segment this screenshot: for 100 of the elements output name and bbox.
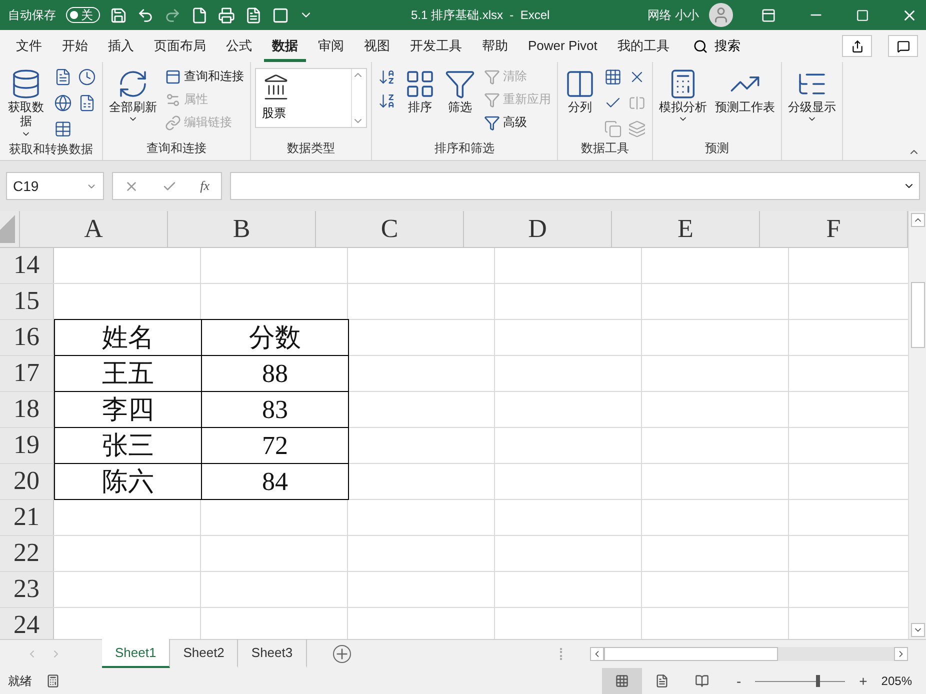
ribbon-tab[interactable]: 页面布局 — [146, 30, 214, 62]
group-label: 排序和筛选 — [434, 140, 496, 157]
row-header[interactable]: 23 — [0, 572, 54, 607]
user-name: 网络 小小 — [648, 6, 700, 24]
undo-icon[interactable] — [137, 6, 154, 24]
row-header[interactable]: 14 — [0, 248, 54, 283]
comment-icon[interactable] — [888, 35, 918, 57]
row-header[interactable]: 21 — [0, 500, 54, 535]
clock-icon[interactable] — [76, 66, 98, 88]
group-label: 数据工具 — [580, 140, 630, 157]
ribbon-display-icon[interactable] — [761, 8, 776, 22]
column-header[interactable]: C — [316, 211, 464, 247]
row-header[interactable]: 16 — [0, 320, 54, 355]
ribbon-button[interactable]: 获取数据 — [4, 66, 48, 141]
name-box[interactable]: C19 — [6, 172, 104, 200]
row-header[interactable]: 19 — [0, 428, 54, 463]
ribbon-button[interactable]: 查询和连接 — [163, 66, 246, 87]
ribbon-tab[interactable]: 审阅 — [310, 30, 352, 62]
table-cell: 72 — [201, 428, 349, 464]
table-cell: 王五 — [54, 356, 202, 392]
zoom-in-button[interactable]: + — [859, 673, 868, 689]
ribbon-tab[interactable]: 开始 — [54, 30, 96, 62]
ribbon-button[interactable]: 高级 — [482, 112, 553, 133]
share-icon[interactable] — [842, 35, 872, 57]
ribbon-button[interactable]: 全部刷新 — [107, 66, 159, 126]
refresh-icon — [117, 68, 149, 100]
table-cell: 84 — [201, 464, 349, 500]
ribbon-tab[interactable]: 文件 — [8, 30, 50, 62]
group-label: 查询和连接 — [146, 140, 208, 157]
status-text: 就绪 — [8, 672, 32, 690]
normal-view-icon[interactable] — [602, 668, 642, 694]
funnel-icon — [484, 68, 500, 84]
ribbon-tab[interactable]: Power Pivot — [520, 32, 606, 60]
funnel-icon — [484, 114, 500, 130]
insert-function-button[interactable]: fx — [200, 178, 210, 194]
scroll-down-icon[interactable] — [910, 623, 924, 637]
maximize-icon[interactable] — [856, 8, 870, 22]
ribbon-tab[interactable]: 视图 — [356, 30, 398, 62]
ribbon-tab[interactable]: 我的工具 — [609, 30, 678, 62]
formula-field[interactable] — [230, 172, 920, 200]
scroll-right-icon[interactable] — [894, 647, 908, 661]
table-cell: 张三 — [54, 428, 202, 464]
ribbon-tab[interactable]: 帮助 — [474, 30, 516, 62]
column-header[interactable]: B — [168, 211, 316, 247]
grid-icon — [404, 68, 436, 100]
column-header[interactable]: E — [612, 211, 760, 247]
ribbon-tab[interactable]: 公式 — [218, 30, 260, 62]
table-cell: 88 — [201, 356, 349, 392]
group-label: 获取和转换数据 — [8, 140, 94, 158]
group-label: 数据类型 — [286, 140, 336, 157]
sheet-tab[interactable]: Sheet1 — [102, 639, 170, 668]
ribbon-tab[interactable]: 插入 — [100, 30, 142, 62]
ribbon-button[interactable]: 排序 — [402, 66, 438, 116]
ribbon-button[interactable]: 模拟分析 — [657, 66, 709, 126]
table-cell: 姓名 — [54, 319, 202, 356]
ribbon-button[interactable]: 筛选 — [442, 66, 478, 116]
database-icon — [10, 68, 42, 100]
scrollbar-thumb[interactable] — [604, 647, 778, 661]
row-header[interactable]: 22 — [0, 536, 54, 571]
save-icon[interactable] — [110, 6, 127, 24]
link-icon — [165, 114, 181, 130]
bank-icon — [262, 73, 290, 101]
frame-icon[interactable] — [272, 6, 289, 24]
ribbon-tab[interactable]: 数据 — [264, 30, 306, 62]
row-header[interactable]: 17 — [0, 356, 54, 391]
row-header[interactable]: 18 — [0, 392, 54, 427]
row-header[interactable]: 24 — [0, 608, 54, 639]
autosave-label: 自动保存 — [8, 6, 56, 24]
funnel-icon — [484, 92, 500, 108]
scroll-up-icon[interactable] — [910, 213, 924, 227]
search-button[interactable]: 搜索 — [687, 36, 746, 56]
avatar-icon[interactable] — [709, 3, 734, 27]
document-icon[interactable] — [245, 6, 262, 24]
zoom-thumb[interactable] — [816, 675, 820, 687]
column-header[interactable]: A — [20, 211, 168, 247]
printer-icon[interactable] — [218, 6, 235, 24]
scroll-left-icon[interactable] — [590, 647, 604, 661]
ribbon-button[interactable]: 分级显示 — [786, 66, 838, 126]
window-title: 5.1 排序基础.xlsx - Excel — [410, 6, 550, 24]
funnel-icon — [444, 68, 476, 100]
group-label: 预测 — [704, 140, 730, 157]
row-header[interactable]: 20 — [0, 464, 54, 499]
row-header[interactable]: 15 — [0, 284, 54, 319]
new-file-icon[interactable] — [191, 6, 208, 24]
scrollbar-thumb[interactable] — [910, 282, 924, 348]
gallery-item[interactable]: 股票 — [256, 69, 351, 127]
table-cell: 李四 — [54, 392, 202, 428]
autosave-toggle[interactable]: 关 — [66, 7, 100, 23]
panel-icon — [165, 68, 181, 84]
column-header[interactable]: D — [464, 211, 612, 247]
ribbon-button[interactable]: 预测工作表 — [713, 66, 777, 116]
table-cell: 分数 — [201, 319, 349, 356]
zoom-level: 205% — [881, 674, 912, 688]
zoom-out-button[interactable]: - — [736, 673, 742, 689]
ribbon-tab[interactable]: 开发工具 — [402, 30, 470, 62]
search-icon — [693, 38, 708, 54]
ribbon-button[interactable]: 分列 — [562, 66, 598, 116]
table-cell: 陈六 — [54, 464, 202, 500]
redo-icon[interactable] — [164, 6, 181, 24]
globe-icon[interactable] — [52, 92, 74, 114]
